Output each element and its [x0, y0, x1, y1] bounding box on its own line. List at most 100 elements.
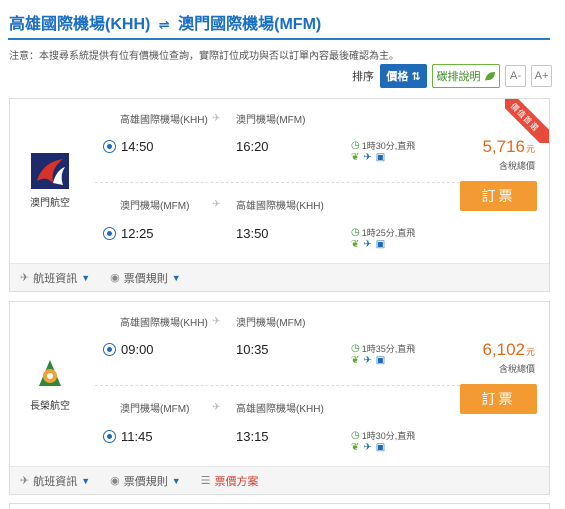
baggage-icon: ▣ — [375, 152, 386, 163]
leaf-icon: ❦ — [351, 152, 360, 163]
segment-departure-airport: 高雄國際機場(KHH) — [120, 115, 208, 126]
chevron-down-icon: ▼ — [171, 272, 181, 283]
card-footer: ✈ 航班資訊 ▼ ◉ 票價規則 ▼ ☰ 票價方案 — [10, 466, 549, 494]
eva-air-logo — [39, 360, 61, 386]
header-divider — [8, 38, 550, 40]
baggage-icon: ▣ — [375, 442, 386, 453]
card-footer: ✈ 航班資訊 ▼ ◉ 票價規則 ▼ — [10, 263, 549, 291]
arrival-time: 13:15 — [236, 429, 269, 444]
arrival-time: 16:20 — [236, 139, 269, 154]
flight-info-toggle[interactable]: ✈ 航班資訊 ▼ — [20, 270, 90, 286]
clock-icon: ◷ — [351, 430, 360, 441]
segment-departure-airport: 澳門機場(MFM) — [120, 404, 190, 415]
tax-note: 含稅總價 — [498, 161, 535, 171]
fare-plans-label: 票價方案 — [214, 475, 259, 488]
origin-airport: 高雄國際機場(KHH) — [9, 16, 151, 33]
plane-icon: ✈ — [212, 402, 221, 413]
plane-icon: ✈ — [363, 239, 372, 250]
flight-duration: ◷ 1時25分,直飛 — [351, 226, 415, 239]
fare-rules-label: 票價規則 — [123, 272, 168, 285]
book-button[interactable]: 訂票 — [460, 384, 537, 414]
plane-icon: ✈ — [20, 475, 30, 487]
arrival-time: 13:50 — [236, 226, 269, 241]
segment-arrival-airport: 澳門機場(MFM) — [236, 318, 306, 329]
notice-text: 注意：本搜尋系統提供有位有價機位查詢，實際訂位成功與否以訂單內容最後確認為主。 — [9, 51, 399, 62]
airline-name: 澳門航空 — [30, 198, 70, 209]
segment-divider — [95, 182, 460, 183]
clock-icon: ◷ — [351, 140, 360, 151]
segment-arrival-airport: 高雄國際機場(KHH) — [236, 201, 324, 212]
plane-icon: ✈ — [363, 355, 372, 366]
clock-icon: ◷ — [351, 343, 360, 354]
fare-plans-link[interactable]: ☰ 票價方案 — [201, 473, 259, 489]
segment-arrival-airport: 高雄國際機場(KHH) — [236, 404, 324, 415]
segment-radio[interactable] — [103, 140, 116, 153]
plane-icon: ✈ — [363, 152, 372, 163]
fare-rules-toggle[interactable]: ◉ 票價規則 ▼ — [110, 473, 181, 489]
font-smaller-button[interactable]: A- — [505, 65, 526, 87]
segment-arrival-airport: 澳門機場(MFM) — [236, 115, 306, 126]
next-flight-card — [9, 503, 550, 509]
airline-name: 長榮航空 — [30, 401, 70, 412]
font-larger-button[interactable]: A+ — [531, 65, 552, 87]
price: 6,102元 — [482, 340, 535, 360]
price-value: 6,102 — [482, 340, 525, 359]
plane-icon: ✈ — [212, 199, 221, 210]
departure-time: 12:25 — [121, 226, 154, 241]
sort-icon: ⇅ — [411, 70, 421, 83]
carbon-info-button[interactable]: 碳排說明 — [432, 64, 500, 88]
plane-icon: ✈ — [363, 442, 372, 453]
departure-time: 14:50 — [121, 139, 154, 154]
swap-icon: ⇌ — [158, 17, 170, 32]
segment-radio[interactable] — [103, 430, 116, 443]
sort-price-label: 價格 — [386, 71, 409, 83]
flight-info-toggle[interactable]: ✈ 航班資訊 ▼ — [20, 473, 90, 489]
price-unit: 元 — [525, 347, 535, 357]
departure-time: 11:45 — [121, 429, 153, 444]
chevron-down-icon: ▼ — [171, 475, 181, 486]
book-button[interactable]: 訂票 — [460, 181, 537, 211]
ticket-icon: ◉ — [110, 475, 120, 487]
flight-info-label: 航班資訊 — [33, 272, 78, 285]
fare-rules-label: 票價規則 — [123, 475, 168, 488]
duration-text: 1時25分,直飛 — [361, 228, 416, 238]
arrival-time: 10:35 — [236, 342, 269, 357]
list-icon: ☰ — [200, 475, 211, 487]
sort-bar: 排序 價格 ⇅ 碳排說明 A- A+ — [352, 64, 552, 88]
sort-price-button[interactable]: 價格 ⇅ — [380, 64, 427, 88]
airline-block: 澳門航空 — [10, 99, 90, 263]
leaf-icon — [484, 71, 495, 81]
sort-label: 排序 — [352, 71, 374, 83]
leaf-icon: ❦ — [351, 239, 360, 250]
airline-block: 長榮航空 — [10, 302, 90, 466]
baggage-icon: ▣ — [375, 355, 386, 366]
amenities: ❦ ✈ ▣ — [351, 152, 385, 163]
duration-text: 1時30分,直飛 — [361, 431, 416, 441]
segment-departure-airport: 高雄國際機場(KHH) — [120, 318, 208, 329]
carbon-info-label: 碳排說明 — [436, 71, 481, 83]
leaf-icon: ❦ — [351, 355, 360, 366]
segment-departure-airport: 澳門機場(MFM) — [120, 201, 190, 212]
price-value: 5,716 — [482, 137, 525, 156]
clock-icon: ◷ — [351, 227, 360, 238]
tax-note: 含稅總價 — [498, 364, 535, 374]
amenities: ❦ ✈ ▣ — [351, 239, 385, 250]
chevron-down-icon: ▼ — [81, 475, 91, 486]
duration-text: 1時30分,直飛 — [361, 141, 416, 151]
departure-time: 09:00 — [121, 342, 154, 357]
fare-rules-toggle[interactable]: ◉ 票價規則 ▼ — [110, 270, 181, 286]
plane-icon: ✈ — [212, 316, 221, 327]
air-macau-logo — [31, 153, 69, 189]
chevron-down-icon: ▼ — [81, 272, 91, 283]
flight-duration: ◷ 1時30分,直飛 — [351, 429, 415, 442]
duration-text: 1時35分,直飛 — [361, 344, 416, 354]
price-unit: 元 — [525, 144, 535, 154]
baggage-icon: ▣ — [375, 239, 386, 250]
amenities: ❦ ✈ ▣ — [351, 355, 385, 366]
plane-icon: ✈ — [20, 272, 30, 284]
segment-radio[interactable] — [103, 343, 116, 356]
leaf-icon: ❦ — [351, 442, 360, 453]
segment-radio[interactable] — [103, 227, 116, 240]
flight-card: 長榮航空 高雄國際機場(KHH) ✈ 澳門機場(MFM) 09:00 10:35… — [9, 301, 550, 495]
amenities: ❦ ✈ ▣ — [351, 442, 385, 453]
